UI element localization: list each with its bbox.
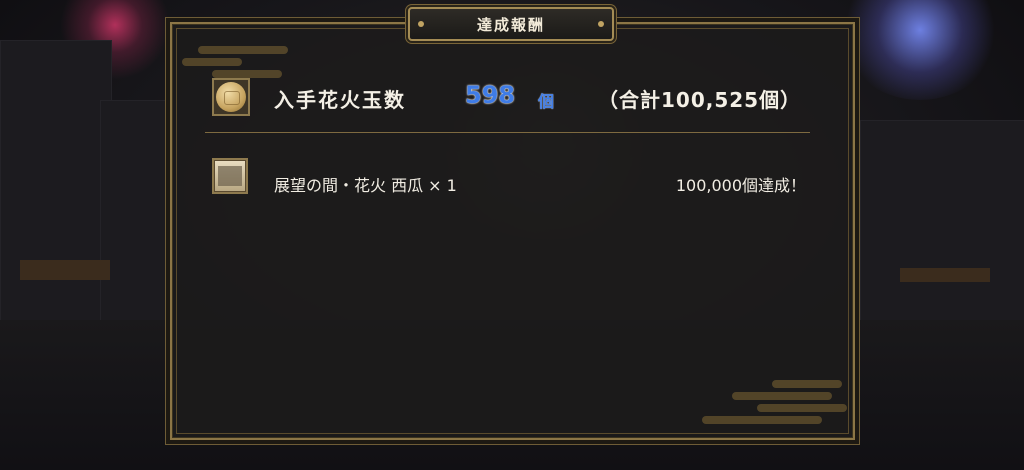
firework-ball-icon — [216, 82, 246, 112]
cloud-ornament — [702, 416, 822, 424]
lantern-light — [20, 260, 110, 280]
reward-icon-frame — [212, 158, 248, 194]
summary-row: 入手花火玉数 598 個 （合計100,525個） — [210, 70, 810, 126]
cloud-ornament — [772, 380, 842, 388]
acquired-count-unit: 個 — [538, 92, 555, 111]
cloud-ornament — [198, 46, 288, 54]
cloud-ornament — [732, 392, 832, 400]
rivet-icon — [418, 21, 424, 27]
cloud-ornament — [757, 404, 847, 412]
scroll-painting-icon — [214, 160, 246, 192]
building-silhouette — [0, 40, 112, 342]
acquired-count: 598 — [465, 81, 516, 109]
summary-icon-frame — [212, 78, 250, 116]
reward-row: 展望の間・花火 西瓜 × 1 100,000個達成！ — [210, 156, 810, 204]
reward-condition: 100,000個達成！ — [675, 176, 806, 195]
title-plate: 達成報酬 — [408, 7, 614, 41]
reward-name: 展望の間・花火 西瓜 × 1 — [274, 176, 457, 195]
cloud-ornament — [182, 58, 242, 66]
building-silhouette — [100, 100, 172, 342]
rivet-icon — [598, 21, 604, 27]
firework-decoration — [840, 0, 1000, 100]
divider — [205, 132, 810, 133]
total-count: （合計100,525個） — [598, 88, 802, 112]
summary-label: 入手花火玉数 — [274, 88, 406, 112]
panel-title: 達成報酬 — [476, 15, 545, 34]
lantern-light — [900, 268, 990, 282]
